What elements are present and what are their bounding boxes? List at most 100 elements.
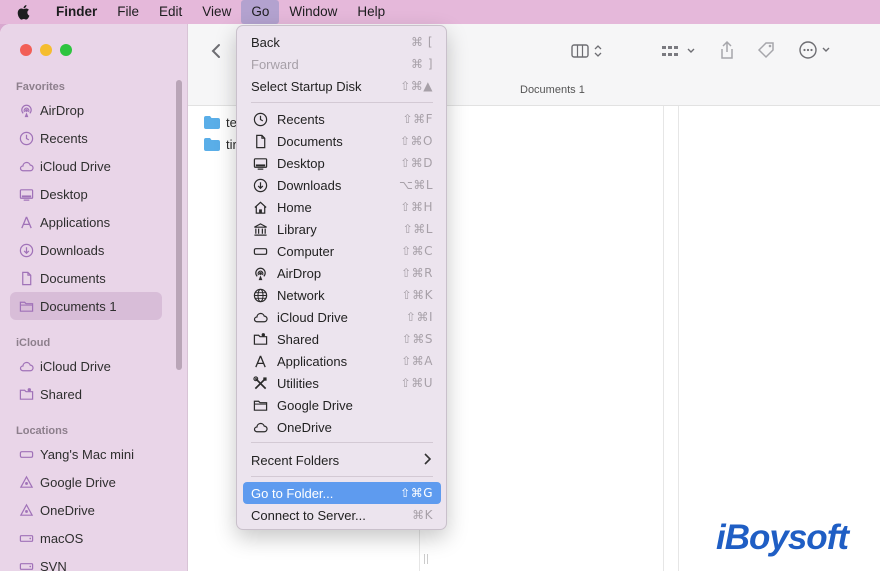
menu-item-recents[interactable]: Recents ⇧⌘F: [243, 108, 441, 130]
menu-item-select-startup-disk[interactable]: Select Startup Disk ⇧⌘▲: [243, 75, 441, 97]
menu-finder[interactable]: Finder: [46, 0, 107, 24]
menu-item-label: Select Startup Disk: [251, 78, 362, 94]
sidebar-item-airdrop[interactable]: AirDrop: [10, 96, 162, 124]
sidebar-item-macos[interactable]: macOS: [10, 524, 162, 552]
menu-item-forward[interactable]: Forward ⌘ ]: [243, 53, 441, 75]
cloud-icon: [18, 358, 34, 374]
minimize-button[interactable]: [40, 44, 52, 56]
menu-item-label: Recent Folders: [251, 452, 340, 468]
sidebar-item-shared[interactable]: Shared: [10, 380, 162, 408]
folder-icon: [18, 298, 34, 314]
sidebar-item-icloud-drive[interactable]: iCloud Drive: [10, 352, 162, 380]
menu-item-go-to-folder[interactable]: Go to Folder... ⇧⌘G: [243, 482, 441, 504]
menu-item-shared[interactable]: Shared ⇧⌘S: [243, 328, 441, 350]
menu-item-icloud-drive[interactable]: iCloud Drive ⇧⌘I: [243, 306, 441, 328]
sidebar-item-label: Google Drive: [40, 474, 116, 490]
clock-icon: [18, 130, 34, 146]
menu-edit[interactable]: Edit: [149, 0, 192, 24]
sidebar-item-documents-1[interactable]: Documents 1: [10, 292, 162, 320]
file-row[interactable]: tir: [204, 134, 237, 154]
menu-item-computer[interactable]: Computer ⇧⌘C: [243, 240, 441, 262]
menu-item-back[interactable]: Back ⌘ [: [243, 31, 441, 53]
menu-help[interactable]: Help: [347, 0, 395, 24]
sidebar-item-desktop[interactable]: Desktop: [10, 180, 162, 208]
column-view-icon[interactable]: [568, 40, 608, 62]
sidebar-item-recents[interactable]: Recents: [10, 124, 162, 152]
path-title: Documents 1: [520, 84, 585, 96]
sidebar-item-google-drive[interactable]: Google Drive: [10, 468, 162, 496]
menu-view[interactable]: View: [192, 0, 241, 24]
sidebar-item-svn[interactable]: SVN: [10, 552, 162, 571]
zoom-button[interactable]: [60, 44, 72, 56]
sidebar-item-label: SVN: [40, 558, 67, 571]
menu-item-label: Network: [277, 287, 325, 303]
tag-icon[interactable]: [754, 38, 778, 62]
menu-item-desktop[interactable]: Desktop ⇧⌘D: [243, 152, 441, 174]
go-menu: Back ⌘ [ Forward ⌘ ] Select Startup Disk…: [236, 25, 447, 530]
menu-bar: Finder File Edit View Go Window Help: [0, 0, 880, 24]
sidebar-item-applications[interactable]: Applications: [10, 208, 162, 236]
network-icon: [251, 287, 269, 303]
group-icon[interactable]: [660, 40, 700, 62]
sidebar-item-label: Documents 1: [40, 298, 117, 314]
sidebar: Favorites AirDrop Recents iCloud Drive Desk…: [0, 24, 188, 571]
menu-item-network[interactable]: Network ⇧⌘K: [243, 284, 441, 306]
file-row[interactable]: te: [204, 112, 237, 132]
menu-item-recent-folders[interactable]: Recent Folders: [243, 449, 441, 471]
menu-item-google-drive[interactable]: Google Drive: [243, 394, 441, 416]
menu-item-shortcut: ⌘ ]: [411, 57, 433, 71]
menu-item-label: Recents: [277, 111, 325, 127]
menu-item-shortcut: ⇧⌘D: [400, 156, 433, 170]
sidebar-item-downloads[interactable]: Downloads: [10, 236, 162, 264]
sidebar-item-label: iCloud Drive: [40, 158, 111, 174]
menu-item-label: Home: [277, 199, 312, 215]
menu-item-label: OneDrive: [277, 419, 332, 435]
menu-separator: [251, 102, 433, 103]
menu-item-airdrop[interactable]: AirDrop ⇧⌘R: [243, 262, 441, 284]
drive-icon: [18, 474, 34, 490]
menu-item-shortcut: ⇧⌘H: [400, 200, 433, 214]
document-icon: [18, 270, 34, 286]
back-icon[interactable]: [206, 40, 226, 62]
menu-file[interactable]: File: [107, 0, 149, 24]
sidebar-scrollbar[interactable]: [176, 80, 182, 370]
menu-item-applications[interactable]: Applications ⇧⌘A: [243, 350, 441, 372]
menu-item-shortcut: ⇧⌘F: [402, 112, 433, 126]
menu-item-label: Applications: [277, 353, 348, 369]
folder-icon: [204, 115, 220, 129]
library-icon: [251, 221, 269, 237]
disk-icon: [18, 558, 34, 571]
menu-item-onedrive[interactable]: OneDrive: [243, 416, 441, 438]
menu-item-shortcut: ⇧⌘O: [400, 134, 433, 148]
applications-icon: [18, 214, 34, 230]
menu-item-downloads[interactable]: Downloads ⌥⌘L: [243, 174, 441, 196]
sidebar-item-onedrive[interactable]: OneDrive: [10, 496, 162, 524]
sidebar-item-documents[interactable]: Documents: [10, 264, 162, 292]
menu-item-documents[interactable]: Documents ⇧⌘O: [243, 130, 441, 152]
column-resize-handle[interactable]: [424, 554, 428, 564]
menu-item-home[interactable]: Home ⇧⌘H: [243, 196, 441, 218]
favorites-header: Favorites: [16, 81, 65, 93]
sidebar-item-label: AirDrop: [40, 102, 85, 118]
menu-item-label: Back: [251, 34, 280, 50]
menu-item-label: Google Drive: [277, 397, 353, 413]
menu-item-library[interactable]: Library ⇧⌘L: [243, 218, 441, 240]
apple-logo-icon[interactable]: [16, 3, 34, 21]
sidebar-item-yang-s-mac-mini[interactable]: Yang's Mac mini: [10, 440, 162, 468]
download-icon: [18, 242, 34, 258]
action-menu-icon[interactable]: [796, 38, 836, 62]
download-icon: [251, 177, 269, 193]
menu-item-utilities[interactable]: Utilities ⇧⌘U: [243, 372, 441, 394]
sidebar-item-icloud-drive[interactable]: iCloud Drive: [10, 152, 162, 180]
menu-item-shortcut: ⇧⌘G: [400, 486, 433, 500]
folder-icon: [204, 137, 220, 151]
desktop-icon: [251, 155, 269, 171]
share-icon[interactable]: [716, 38, 738, 62]
menu-go[interactable]: Go: [241, 0, 280, 24]
close-button[interactable]: [20, 44, 32, 56]
menu-window[interactable]: Window: [279, 0, 347, 24]
menu-item-connect-to-server[interactable]: Connect to Server... ⌘K: [243, 504, 441, 526]
folder-icon: [251, 397, 269, 413]
menu-item-shortcut: ⇧⌘I: [405, 310, 433, 324]
menu-item-label: AirDrop: [277, 265, 322, 281]
